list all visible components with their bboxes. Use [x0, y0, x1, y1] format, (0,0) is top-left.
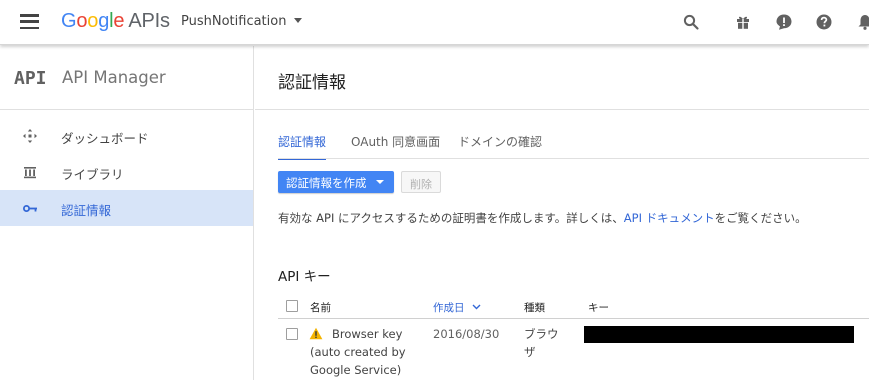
column-header-created-label: 作成日 [433, 302, 465, 314]
logo-letter: o [87, 10, 99, 32]
description-prefix: 有効な API にアクセスするための証明書を作成します。詳しくは、 [278, 211, 624, 225]
bell-icon[interactable] [856, 13, 869, 31]
top-bar: Google APIs PushNotification [0, 0, 869, 45]
search-icon[interactable] [682, 13, 700, 31]
project-selector[interactable]: PushNotification [181, 14, 303, 29]
sidebar-item-label: ダッシュボード [61, 131, 149, 146]
api-manager-logo: API [14, 68, 47, 89]
redacted-api-key [584, 326, 854, 343]
library-icon [24, 167, 36, 179]
api-docs-link[interactable]: API ドキュメント [624, 211, 715, 225]
key-name[interactable]: Browser key [332, 325, 402, 344]
section-title-api-keys: API キー [278, 269, 331, 285]
chevron-down-icon [294, 18, 303, 23]
page-title: 認証情報 [278, 73, 346, 93]
chevron-down-icon [376, 180, 384, 184]
tab-credentials[interactable]: 認証情報 [278, 133, 327, 160]
sidebar-item-dashboard[interactable]: ダッシュボード [0, 118, 253, 154]
logo-apis-text: APIs [128, 10, 170, 32]
row-checkbox[interactable] [286, 328, 298, 340]
select-all-checkbox[interactable] [286, 300, 298, 312]
main-content: 認証情報 認証情報 OAuth 同意画面 ドメインの確認 認証情報を作成 削除 … [255, 46, 869, 380]
gift-icon[interactable] [734, 13, 752, 31]
column-header-key[interactable]: キー [588, 300, 609, 315]
column-header-created[interactable]: 作成日 [433, 300, 481, 315]
divider [278, 318, 869, 319]
help-icon[interactable] [815, 13, 833, 31]
sort-descending-icon [472, 304, 481, 310]
dashboard-icon [23, 129, 37, 143]
notification-alert-icon[interactable] [775, 13, 793, 31]
delete-button[interactable]: 削除 [401, 171, 441, 193]
divider [278, 158, 869, 159]
description-text: 有効な API にアクセスするための証明書を作成します。詳しくは、API ドキュ… [278, 210, 807, 226]
sidebar-title: API Manager [62, 68, 166, 87]
description-suffix: をご覧ください。 [714, 211, 807, 225]
divider [255, 109, 869, 110]
sidebar-header: API API Manager [0, 46, 253, 110]
sidebar-item-library[interactable]: ライブラリ [0, 154, 253, 190]
logo-letter: e [113, 10, 125, 32]
column-header-type[interactable]: 種類 [524, 300, 545, 315]
project-name: PushNotification [181, 14, 287, 29]
key-icon [23, 205, 37, 212]
sidebar: API API Manager ダッシュボード ライブラリ 認証情報 [0, 46, 254, 380]
column-header-name[interactable]: 名前 [310, 300, 331, 315]
sidebar-item-label: 認証情報 [61, 203, 112, 218]
tab-domain-verification[interactable]: ドメインの確認 [458, 133, 542, 158]
logo-letter: G [61, 10, 77, 32]
tab-oauth-consent[interactable]: OAuth 同意画面 [351, 133, 440, 158]
sidebar-item-credentials[interactable]: 認証情報 [0, 190, 253, 226]
create-credentials-label: 認証情報を作成 [286, 176, 367, 190]
menu-icon[interactable] [20, 14, 39, 30]
logo-letter: o [76, 10, 88, 32]
key-type: ブラウ [524, 327, 559, 341]
key-name-note: (auto created by [310, 345, 406, 359]
google-apis-logo[interactable]: Google APIs [61, 10, 170, 33]
key-type: ザ [524, 345, 536, 359]
created-date: 2016/08/30 [433, 327, 500, 341]
sidebar-item-label: ライブラリ [61, 167, 124, 182]
warning-icon [309, 327, 323, 340]
logo-letter: g [98, 10, 110, 32]
key-name-note: Google Service) [310, 363, 402, 377]
create-credentials-button[interactable]: 認証情報を作成 [278, 171, 394, 193]
